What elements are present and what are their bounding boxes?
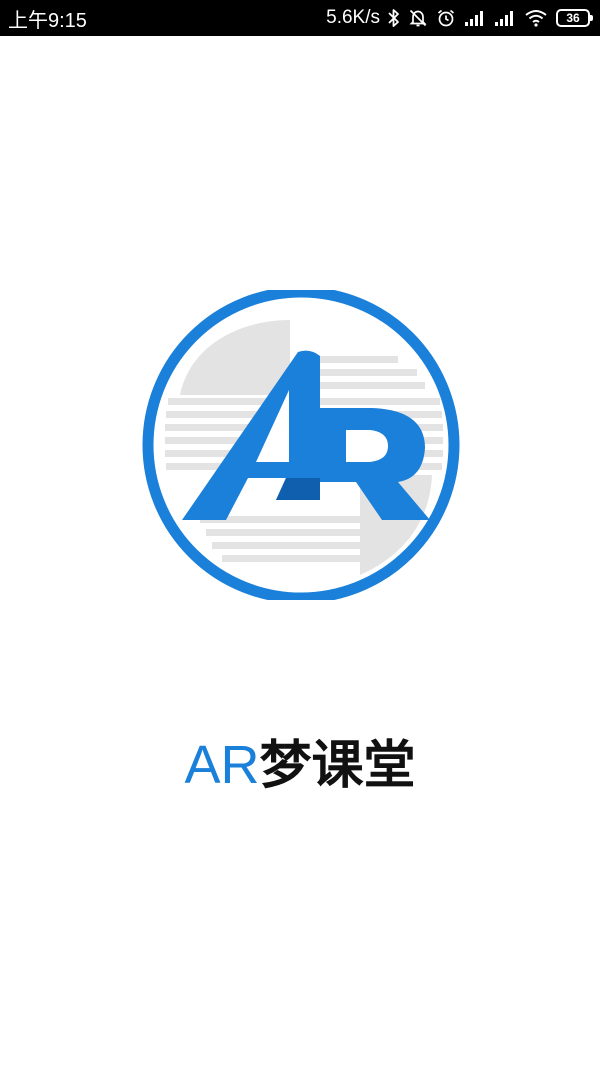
status-time: 上午9:15 [8,9,87,32]
alarm-icon [436,8,456,28]
ar-logo: AR [142,290,460,600]
app-name: AR梦课堂 [0,735,600,796]
battery-icon: 36 [556,9,593,27]
network-speed: 5.6K/s [326,7,380,28]
status-icons: 5.6K/s 36 [326,7,593,29]
signal-icon [494,9,516,27]
status-bar: 上午9:15 5.6K/s 36 [0,0,600,36]
signal-icon [464,9,486,27]
battery-level: 36 [566,11,580,25]
app-name-ar: AR [184,735,260,795]
wifi-icon [524,9,548,27]
bluetooth-icon [388,8,400,28]
mute-bell-icon [408,8,428,28]
app-name-chinese: 梦课堂 [259,736,416,796]
